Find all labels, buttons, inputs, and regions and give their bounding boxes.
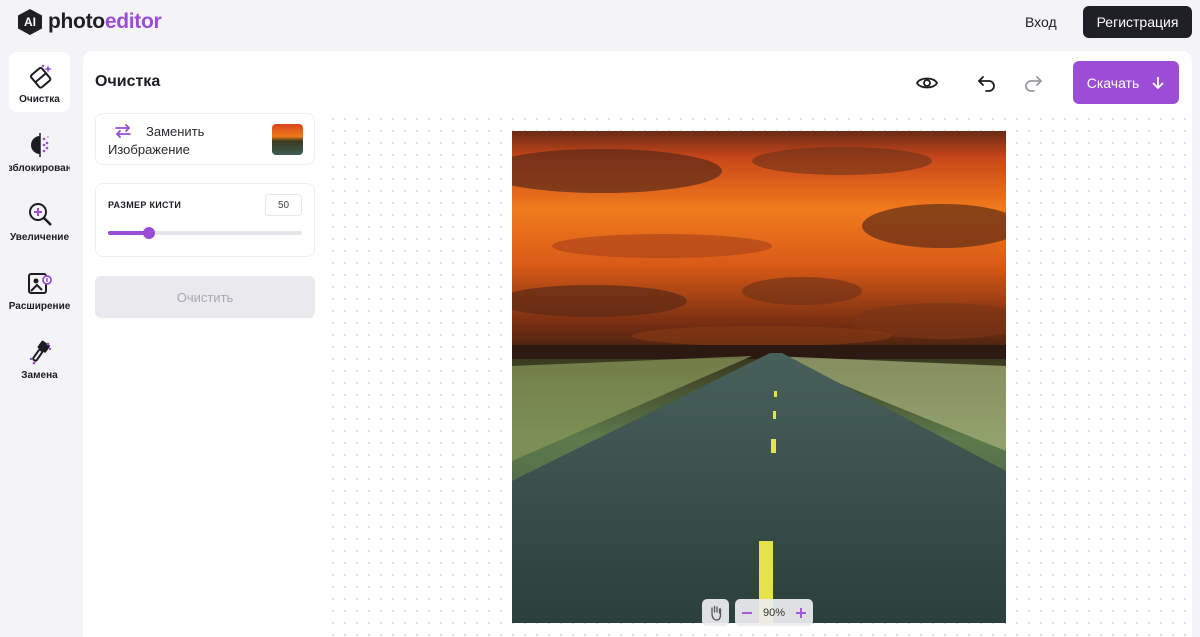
tool-unblur[interactable]: Разблокирование <box>9 121 70 181</box>
brush-size-value[interactable]: 50 <box>265 194 302 216</box>
top-bar: AI photoeditor Вход Регистрация <box>0 0 1200 46</box>
zoom-out-button[interactable] <box>739 605 755 621</box>
logo-text-photo: photo <box>48 10 105 33</box>
canvas-area[interactable]: 90% <box>327 113 1187 637</box>
zoom-toolbar: 90% <box>702 599 813 626</box>
tool-label: Увеличение <box>9 232 70 243</box>
editor-panel: Очистка Скачать Заменить Изображение РАЗ… <box>83 51 1192 637</box>
login-link[interactable]: Вход <box>1025 14 1057 30</box>
logo-text-editor: editor <box>104 10 162 33</box>
hand-icon <box>710 605 721 621</box>
logo[interactable]: AI photoeditor <box>18 9 162 35</box>
tool-upscale[interactable]: Увеличение <box>9 190 70 250</box>
replace-image-card[interactable]: Заменить Изображение <box>95 113 315 165</box>
swap-arrows-icon <box>115 124 131 138</box>
undo-icon[interactable] <box>975 71 999 95</box>
replace-brush-icon <box>29 340 51 365</box>
brush-size-card: РАЗМЕР КИСТИ 50 <box>95 183 315 257</box>
page-title: Очистка <box>95 73 161 90</box>
logo-badge: AI <box>18 9 42 35</box>
brush-size-slider[interactable] <box>108 227 302 239</box>
edited-photo[interactable] <box>512 131 1006 623</box>
eraser-icon <box>29 64 52 89</box>
replace-label-line2: Изображение <box>108 142 190 157</box>
tool-replace[interactable]: Замена <box>9 328 70 388</box>
minus-icon <box>742 611 752 614</box>
download-button[interactable]: Скачать <box>1073 61 1179 104</box>
clear-button: Очистить <box>95 276 315 318</box>
arrow-down-icon <box>1152 76 1164 89</box>
image-thumbnail <box>272 124 303 155</box>
pan-tool-button[interactable] <box>702 599 729 626</box>
magnify-icon <box>28 203 52 226</box>
zoom-in-button[interactable] <box>793 605 809 621</box>
preview-eye-icon[interactable] <box>915 71 939 95</box>
tool-label: Очистка <box>19 94 60 105</box>
blur-icon <box>30 133 49 157</box>
zoom-control: 90% <box>735 599 813 626</box>
expand-image-icon <box>27 273 52 294</box>
redo-icon[interactable] <box>1021 71 1045 95</box>
download-label: Скачать <box>1086 74 1140 91</box>
slider-thumb[interactable] <box>142 227 155 239</box>
logo-text: photoeditor <box>48 10 162 34</box>
tool-cleanup[interactable]: Очистка <box>9 52 70 112</box>
tool-label: Расширение <box>9 301 70 312</box>
tool-label: Замена <box>21 370 58 381</box>
register-button[interactable]: Регистрация <box>1083 6 1192 38</box>
plus-icon <box>796 607 806 618</box>
tool-label: Разблокирование <box>9 163 70 174</box>
brush-size-label: РАЗМЕР КИСТИ <box>108 200 182 210</box>
replace-label-line1: Заменить <box>146 124 205 139</box>
zoom-level: 90% <box>762 606 786 619</box>
tool-expand[interactable]: Расширение <box>9 259 70 319</box>
